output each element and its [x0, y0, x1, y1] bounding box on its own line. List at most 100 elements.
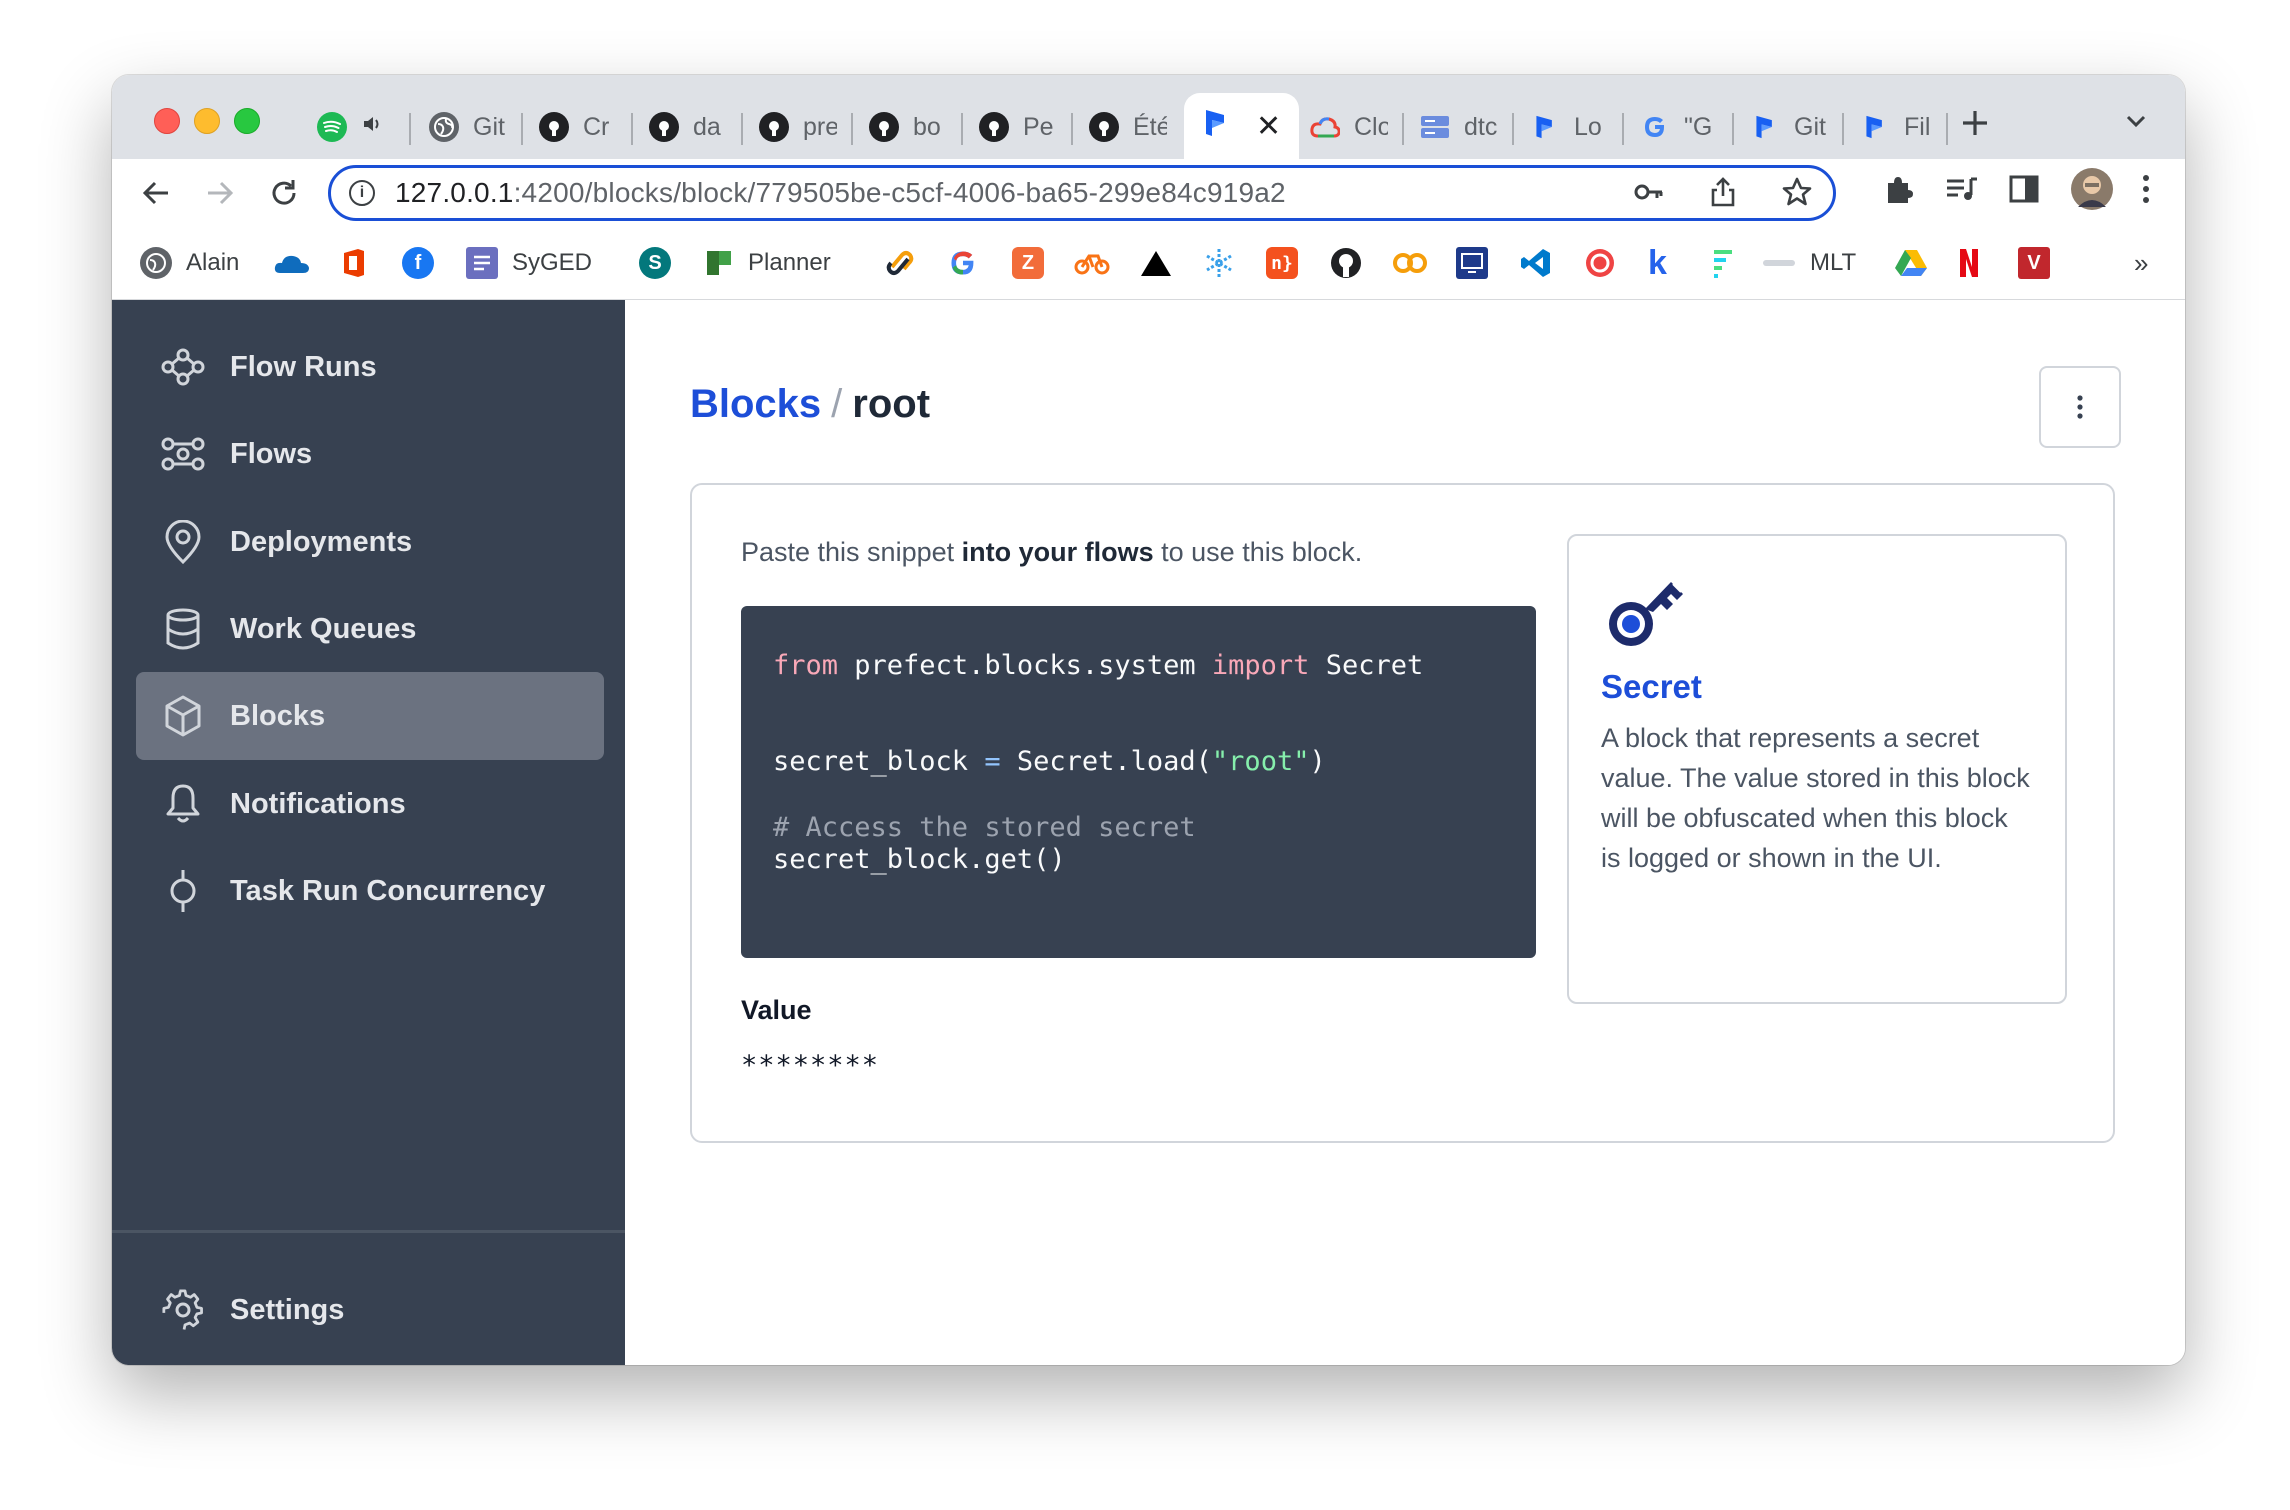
- key-icon[interactable]: [1633, 176, 1665, 213]
- tab-prefect-lo[interactable]: Lo: [1530, 103, 1608, 151]
- address-bar[interactable]: i 127.0.0.1:4200/blocks/block/779505be-c…: [328, 165, 1836, 221]
- mlt-icon: [1763, 260, 1795, 266]
- tab-prefect-fil[interactable]: Fil: [1860, 103, 1938, 151]
- tab-prefect-git[interactable]: Git: [1750, 103, 1828, 151]
- profile-avatar[interactable]: [2070, 167, 2114, 211]
- sidebar-item-task-run-concurrency[interactable]: Task Run Concurrency: [136, 847, 604, 935]
- media-control-button[interactable]: [1944, 173, 1980, 207]
- sidebar-item-flows[interactable]: Flows: [136, 410, 604, 498]
- sidebar-item-work-queues[interactable]: Work Queues: [136, 585, 604, 673]
- side-panel-button[interactable]: [2008, 173, 2040, 205]
- reload-button[interactable]: [266, 175, 302, 211]
- drive-icon: [1895, 250, 1927, 276]
- bookmark-planner[interactable]: Planner: [704, 245, 831, 281]
- bookmark-vscode[interactable]: [1520, 245, 1552, 281]
- bookmark-k[interactable]: k: [1648, 244, 1667, 282]
- bookmark-n[interactable]: n}: [1266, 245, 1298, 281]
- bookmark-netflix[interactable]: [1958, 245, 1980, 281]
- new-tab-button[interactable]: [1960, 103, 1990, 148]
- tab-cloud[interactable]: Clo: [1310, 103, 1388, 151]
- bookmark-sharepoint[interactable]: S: [639, 245, 671, 281]
- tab-separator: [1946, 113, 1948, 145]
- bookmark-bars[interactable]: [1710, 245, 1736, 281]
- main-content: Blocks / root Paste this snippet into your…: [625, 300, 2185, 1365]
- bookmark-alain[interactable]: Alain: [140, 245, 239, 281]
- bookmark-co[interactable]: [1392, 245, 1428, 281]
- cube-icon: [160, 693, 206, 739]
- bookmark-triangle[interactable]: [1140, 245, 1172, 281]
- tab-dtc[interactable]: dtc: [1420, 103, 1498, 151]
- forward-button[interactable]: [202, 175, 238, 211]
- tab-separator: [631, 113, 633, 145]
- tab-google[interactable]: "G: [1640, 103, 1718, 151]
- bookmark-target[interactable]: [1584, 245, 1616, 281]
- flow-runs-icon: [160, 344, 206, 390]
- tab-github-cr[interactable]: Cr: [539, 103, 617, 151]
- site-info-icon[interactable]: i: [349, 180, 375, 206]
- github-icon: [759, 112, 789, 142]
- bookmark-label: SyGED: [512, 249, 593, 276]
- bookmark-z[interactable]: Z: [1012, 245, 1044, 281]
- tab-prefect-active[interactable]: ✕: [1184, 93, 1300, 159]
- tab-label: Git: [1794, 112, 1826, 141]
- prefect-icon: [1202, 108, 1230, 145]
- close-window-button[interactable]: [154, 108, 180, 134]
- bookmark-link[interactable]: [884, 245, 916, 281]
- more-bookmarks-button[interactable]: »: [2134, 245, 2148, 281]
- block-type-card[interactable]: Secret A block that represents a secret …: [1567, 534, 2067, 1004]
- minimize-window-button[interactable]: [194, 108, 220, 134]
- bookmark-snowflake[interactable]: [1204, 245, 1234, 281]
- tab-github-da[interactable]: da: [649, 103, 727, 151]
- bookmark-office[interactable]: [340, 245, 368, 281]
- co-icon: [1393, 253, 1427, 273]
- code-snippet[interactable]: from prefect.blocks.system import Secret…: [741, 606, 1536, 958]
- bookmark-mlt[interactable]: MLT: [1762, 245, 1856, 281]
- close-tab-icon[interactable]: ✕: [1256, 109, 1281, 144]
- sidebar-item-settings[interactable]: Settings: [136, 1266, 604, 1354]
- office-icon: [344, 249, 364, 277]
- sidebar-item-flow-runs[interactable]: Flow Runs: [136, 323, 604, 411]
- tab-spotify[interactable]: [317, 103, 383, 151]
- google-icon: [951, 251, 974, 275]
- bookmark-bike[interactable]: [1074, 245, 1110, 281]
- tab-github-ete[interactable]: Été: [1089, 103, 1167, 151]
- bookmark-syged[interactable]: SyGED: [466, 245, 592, 281]
- bookmark-drive[interactable]: [1894, 245, 1928, 281]
- breadcrumb-blocks-link[interactable]: Blocks: [690, 382, 821, 426]
- tab-github-pe[interactable]: Pe: [979, 103, 1057, 151]
- share-icon[interactable]: [1707, 176, 1739, 213]
- tab-label: bo: [913, 112, 941, 141]
- back-button[interactable]: [138, 175, 174, 211]
- block-type-name[interactable]: Secret: [1601, 668, 2033, 706]
- bookmark-v[interactable]: V: [2018, 245, 2050, 281]
- breadcrumb: Blocks / root: [690, 382, 930, 427]
- browser-menu-button[interactable]: [2142, 173, 2150, 205]
- browser-window: Git Cr da pre bo Pe Été ✕ Clo dtc Lo "G …: [112, 75, 2185, 1365]
- bookmark-github[interactable]: [1330, 245, 1362, 281]
- tab-separator: [521, 113, 523, 145]
- tab-github-bo[interactable]: bo: [869, 103, 947, 151]
- breadcrumb-separator: /: [831, 382, 843, 426]
- target-icon: [1586, 249, 1614, 277]
- sidebar-item-blocks[interactable]: Blocks: [136, 672, 604, 760]
- sidebar-item-deployments[interactable]: Deployments: [136, 498, 604, 586]
- tab-git-globe[interactable]: Git: [429, 103, 507, 151]
- star-icon[interactable]: [1781, 176, 1813, 213]
- block-menu-button[interactable]: [2039, 366, 2121, 448]
- bookmark-facebook[interactable]: f: [402, 245, 434, 281]
- sidebar-item-notifications[interactable]: Notifications: [136, 760, 604, 848]
- tab-search-button[interactable]: [2124, 109, 2148, 138]
- tab-github-pre[interactable]: pre: [759, 103, 837, 151]
- sidebar: Flow Runs Flows Deployments Work Queues: [112, 300, 625, 1365]
- maximize-window-button[interactable]: [234, 108, 260, 134]
- sidebar-item-label: Flow Runs: [230, 350, 377, 383]
- bookmark-monitor[interactable]: [1456, 245, 1488, 281]
- bookmark-google[interactable]: [948, 245, 978, 281]
- key-icon: [1601, 562, 1693, 654]
- tab-separator: [1622, 113, 1624, 145]
- code-operator: =: [984, 746, 1001, 777]
- extensions-button[interactable]: [1882, 173, 1916, 207]
- bookmark-onedrive[interactable]: [274, 245, 310, 281]
- github-icon: [869, 112, 899, 142]
- tab-separator: [1842, 113, 1844, 145]
